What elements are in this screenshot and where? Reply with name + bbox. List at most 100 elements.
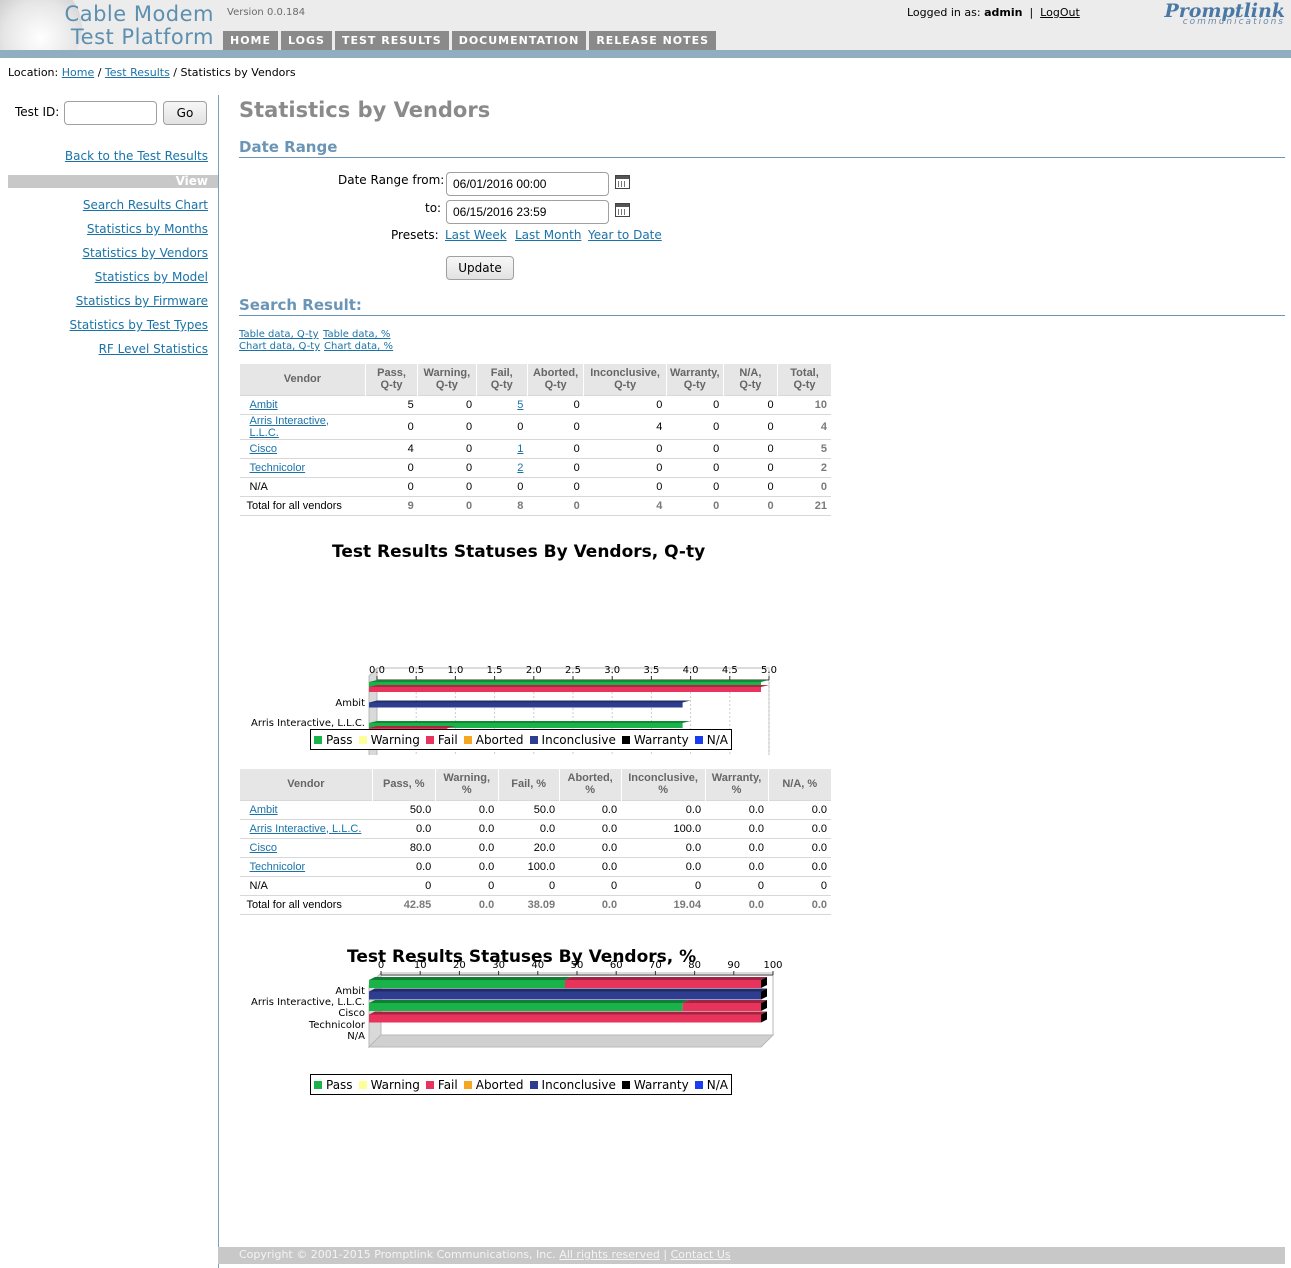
column-header-text: % <box>585 784 596 797</box>
logo-line-2: Test Platform <box>70 25 214 49</box>
legend-swatch <box>694 735 703 744</box>
value-cell: 0.0 <box>559 799 622 819</box>
cell-value: 0 <box>549 879 556 892</box>
sidebar-link-statistics-by-vendors[interactable]: Statistics by Vendors <box>82 246 208 260</box>
fail-count-link[interactable]: 5 <box>517 399 523 411</box>
preset-last-month-link[interactable]: Last Month <box>515 228 581 242</box>
back-to-test-results-link[interactable]: Back to the Test Results <box>65 149 208 163</box>
sidebar-link-statistics-by-test-types[interactable]: Statistics by Test Types <box>70 318 208 332</box>
value-cell: 0 <box>476 413 528 439</box>
footer-rights-link[interactable]: All rights reserved <box>559 1248 660 1261</box>
vendor-link[interactable]: Arris Interactive, L.L.C. <box>250 823 362 835</box>
cell-value: 0 <box>610 879 618 892</box>
go-button[interactable]: Go <box>163 101 207 125</box>
value-cell: 0.0 <box>705 837 769 857</box>
sidebar: Test ID: Go Back to the Test Results Vie… <box>0 95 218 1268</box>
value-cell: 0 <box>666 476 724 496</box>
nav-test-results[interactable]: TEST RESULTS <box>334 31 449 50</box>
value-cell: 0.0 <box>621 799 706 819</box>
date-range-heading: Date Range <box>239 138 1285 158</box>
value-cell: 0.0 <box>768 818 831 838</box>
version-label: Version 0.0.184 <box>227 7 306 18</box>
breadcrumb-prefix: Location: <box>8 66 59 79</box>
breadcrumb-test-results[interactable]: Test Results <box>105 66 170 79</box>
cell-value: 0 <box>465 420 473 433</box>
nav-release-notes[interactable]: RELEASE NOTES <box>589 31 717 50</box>
column-header: Total, Q-ty <box>777 364 831 395</box>
vendor-link[interactable]: Arris Interactive, L.L.C. <box>250 415 329 439</box>
chart-label: 5.0 <box>761 665 777 676</box>
vendor-cell: Technicolor <box>239 856 373 876</box>
legend-label: Aborted <box>475 732 524 747</box>
footer-contact-link[interactable]: Contact Us <box>671 1248 731 1261</box>
value-cell: 0 <box>365 476 418 496</box>
date-from-input[interactable] <box>446 172 609 196</box>
vendor-link[interactable]: Ambit <box>250 804 278 816</box>
chart-label: 60 <box>610 960 623 971</box>
chart-bar <box>369 702 683 708</box>
column-header-text: Aborted, <box>532 367 579 380</box>
value-cell: 5 <box>365 394 418 414</box>
nav-documentation[interactable]: DOCUMENTATION <box>451 31 587 50</box>
brand-logo[interactable]: Promptlink communications <box>1100 0 1285 27</box>
column-header-text: N/A, <box>739 367 762 380</box>
nav-logs[interactable]: LOGS <box>281 31 332 50</box>
nav-home[interactable]: HOME <box>223 31 279 50</box>
value-cell: 0.0 <box>435 837 499 857</box>
fail-count-link[interactable]: 1 <box>517 443 523 455</box>
chart-label: 4.0 <box>683 665 699 676</box>
column-header-text: Inconclusive, <box>590 367 660 380</box>
cell-value: 4 <box>656 420 663 433</box>
table-data-pct-link[interactable]: Table data, % <box>323 329 390 340</box>
value-cell: 0 <box>417 457 477 477</box>
sidebar-link-search-results-chart[interactable]: Search Results Chart <box>83 198 208 212</box>
value-cell: 0.0 <box>768 799 831 819</box>
chart-data-pct-link[interactable]: Chart data, % <box>324 341 393 352</box>
cell-value: 0 <box>465 442 473 455</box>
cell-value: 0.0 <box>601 803 618 816</box>
sidebar-link-statistics-by-model[interactable]: Statistics by Model <box>95 270 208 284</box>
vendor-link[interactable]: Ambit <box>250 399 278 411</box>
cell-value: 0 <box>656 480 663 493</box>
test-id-input[interactable] <box>64 101 157 125</box>
column-header-text: Q-ty <box>490 379 513 392</box>
column-header-text: Vendor <box>283 373 322 386</box>
sidebar-link-statistics-by-firmware[interactable]: Statistics by Firmware <box>76 294 208 308</box>
vendor-link[interactable]: Technicolor <box>250 462 306 474</box>
total-value: 0 <box>666 495 724 516</box>
preset-year-to-date-link[interactable]: Year to Date <box>588 228 662 242</box>
column-header: Warning, Q-ty <box>417 364 477 395</box>
vendor-link[interactable]: Cisco <box>250 443 278 455</box>
sidebar-link-rf-level-statistics[interactable]: RF Level Statistics <box>99 342 208 356</box>
cell-value: 0 <box>425 879 432 892</box>
chart-data-qty-link[interactable]: Chart data, Q-ty <box>239 341 320 352</box>
date-to-input[interactable] <box>446 200 609 224</box>
chart-bar-top <box>369 977 571 980</box>
cell-value: 0 <box>767 442 774 455</box>
value-cell: 0.0 <box>372 818 436 838</box>
vendor-cell: Arris Interactive, L.L.C. <box>239 818 373 838</box>
table-data-qty-link[interactable]: Table data, Q-ty <box>239 329 319 340</box>
value-cell: 4 <box>365 438 418 458</box>
cell-value: 0 <box>767 461 774 474</box>
cell-value: 0 <box>767 480 774 493</box>
update-button[interactable]: Update <box>446 256 514 280</box>
vendor-cell: Cisco <box>239 837 373 857</box>
sidebar-link-statistics-by-months[interactable]: Statistics by Months <box>87 222 208 236</box>
legend-label: Fail <box>437 732 458 747</box>
header: Cable Modem Test Platform Version 0.0.18… <box>0 0 1291 58</box>
date-from-calendar-icon[interactable] <box>615 175 630 189</box>
vendor-link[interactable]: Cisco <box>250 842 278 854</box>
chart-label: Cisco <box>338 1008 365 1019</box>
fail-count-link[interactable]: 2 <box>517 462 523 474</box>
total-value: 0.0 <box>559 894 622 915</box>
date-to-calendar-icon[interactable] <box>615 203 630 217</box>
main-nav: HOME LOGS TEST RESULTS DOCUMENTATION REL… <box>223 31 717 50</box>
app-logo[interactable]: Cable Modem Test Platform <box>24 3 214 49</box>
breadcrumb-home[interactable]: Home <box>62 66 94 79</box>
vendor-cell: Cisco <box>239 438 366 458</box>
vendor-link[interactable]: Technicolor <box>250 861 306 873</box>
logout-link[interactable]: LogOut <box>1040 6 1080 19</box>
preset-last-week-link[interactable]: Last Week <box>445 228 507 242</box>
value-cell: 0 <box>417 394 477 414</box>
